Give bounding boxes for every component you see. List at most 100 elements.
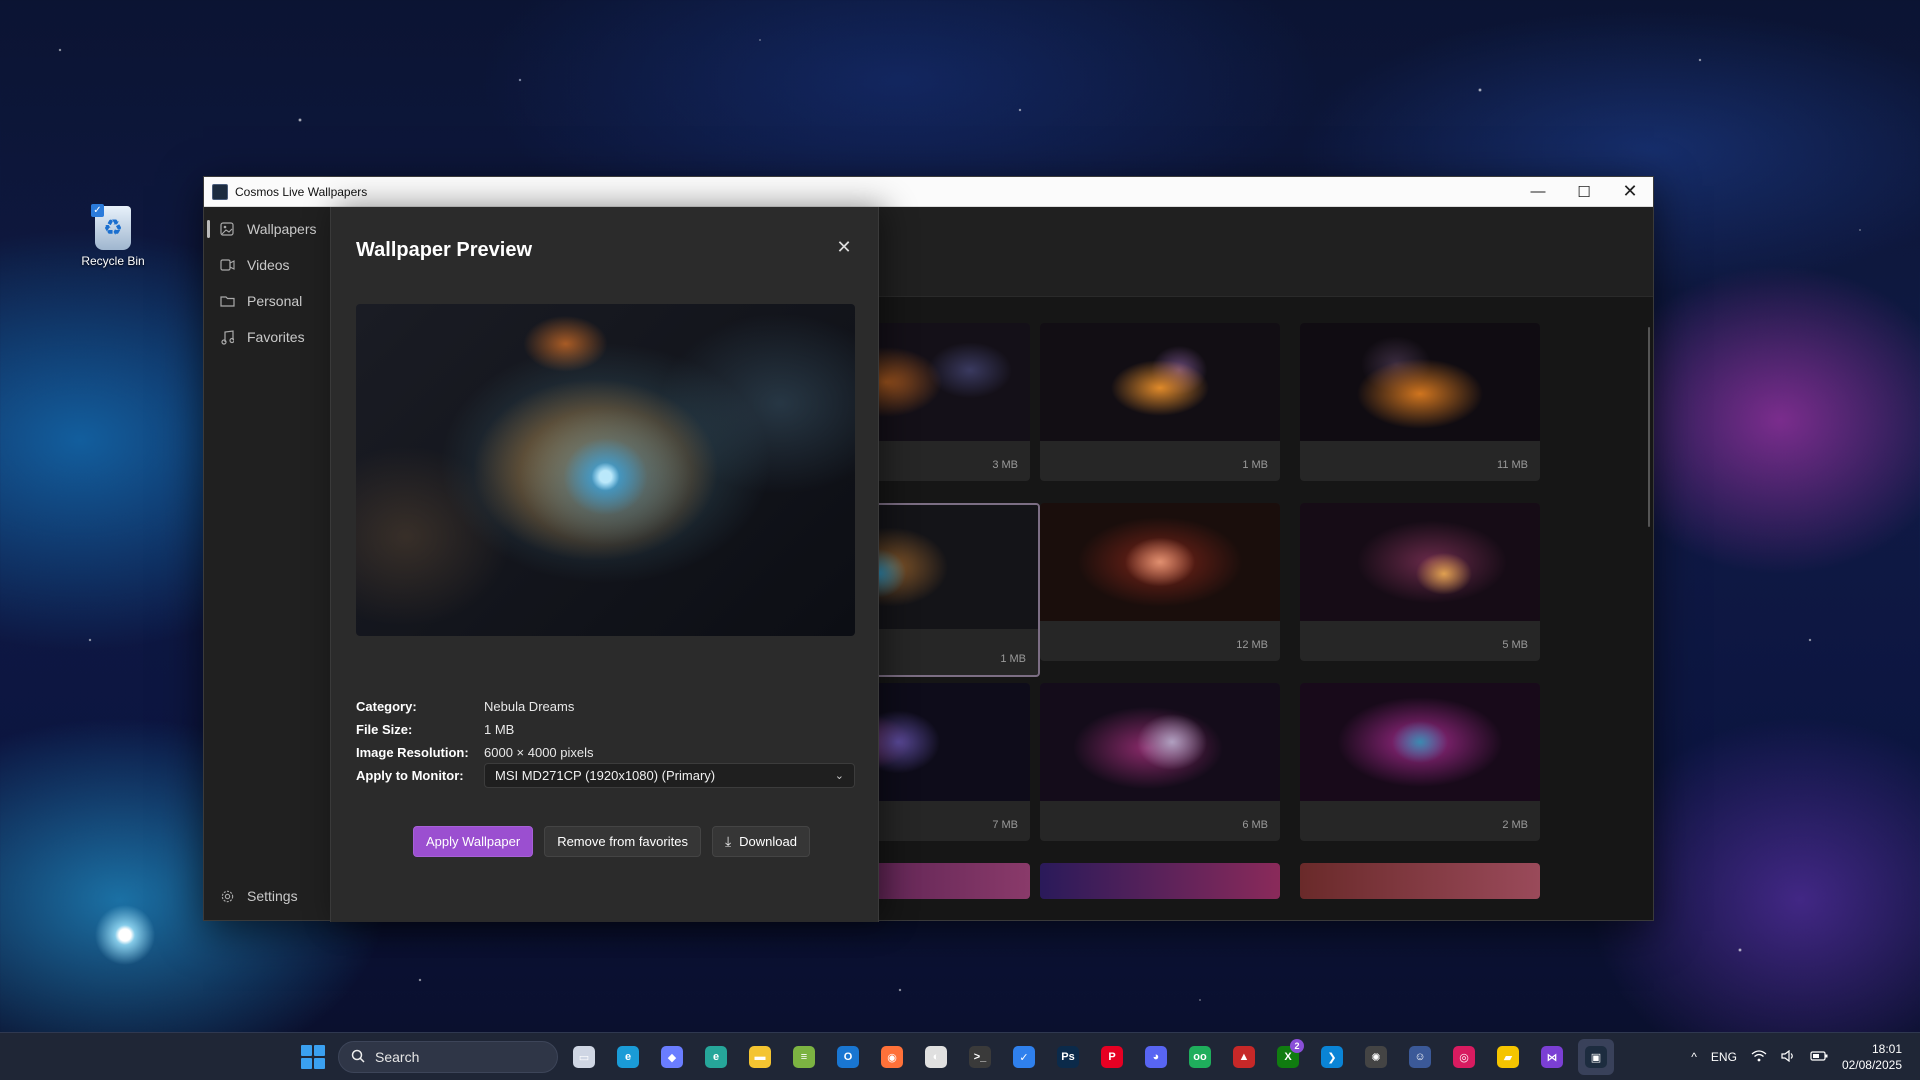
chevron-down-icon: ⌄ bbox=[834, 770, 844, 782]
battery-icon[interactable] bbox=[1810, 1050, 1828, 1064]
title-bar[interactable]: Cosmos Live Wallpapers — ☐ ✕ bbox=[204, 177, 1653, 207]
copilot-icon: ◆ bbox=[661, 1046, 683, 1068]
wallpaper-preview-image bbox=[356, 304, 855, 636]
detail-row-file-size: File Size: 1 MB bbox=[356, 718, 855, 741]
window-title: Cosmos Live Wallpapers bbox=[235, 184, 368, 199]
download-button[interactable]: ⤓ Download bbox=[711, 826, 810, 857]
taskbar-app-firefox[interactable]: ◉ bbox=[874, 1039, 910, 1075]
wallpaper-card[interactable]: 6 MB bbox=[1040, 683, 1280, 841]
close-window-button[interactable]: ✕ bbox=[1607, 177, 1653, 207]
taskbar-app-edge[interactable]: e bbox=[610, 1039, 646, 1075]
maximize-button[interactable]: ☐ bbox=[1561, 177, 1607, 207]
recycle-bin-shortcut[interactable]: ♻ ✓ Recycle Bin bbox=[80, 204, 146, 268]
file-size-label: 1 MB bbox=[1242, 459, 1268, 471]
taskbar-app-visual-studio[interactable]: ⋈ bbox=[1534, 1039, 1570, 1075]
wallpaper-thumbnail bbox=[1040, 323, 1280, 441]
app-logo-icon bbox=[212, 183, 228, 200]
sidebar-item-personal[interactable]: Personal bbox=[204, 283, 330, 319]
taskbar-app-app-blue[interactable]: ☺ bbox=[1402, 1039, 1438, 1075]
chatgpt-icon: ✺ bbox=[1365, 1046, 1387, 1068]
taskbar-app-file-explorer[interactable]: ▬ bbox=[742, 1039, 778, 1075]
taskbar-app-app-pink[interactable]: ◎ bbox=[1446, 1039, 1482, 1075]
taskbar-app-todo[interactable]: ✓ bbox=[1006, 1039, 1042, 1075]
taskbar-app-copilot[interactable]: ◆ bbox=[654, 1039, 690, 1075]
pinned-apps: ▭ e ◆ e ▬ ≡ O ◉ ◐ >_ ✓ Ps P ◕ oo ▲ X 2 ❯ ✺ ☺ ◎ ▰ ⋈ ▣ bbox=[566, 1039, 1614, 1075]
detail-value: 1 MB bbox=[484, 722, 515, 737]
taskbar-app-discord[interactable]: ◕ bbox=[1138, 1039, 1174, 1075]
taskbar-app-notepad[interactable]: ≡ bbox=[786, 1039, 822, 1075]
window-body: Wallpapers Videos Personal Favorites Set… bbox=[204, 207, 1653, 922]
volume-icon[interactable] bbox=[1781, 1049, 1796, 1065]
wallpaper-card[interactable] bbox=[1300, 863, 1540, 899]
minimize-button[interactable]: — bbox=[1515, 177, 1561, 207]
detail-label: Image Resolution: bbox=[356, 745, 469, 760]
apply-wallpaper-button[interactable]: Apply Wallpaper bbox=[413, 826, 534, 857]
remove-from-favorites-button[interactable]: Remove from favorites bbox=[544, 826, 701, 857]
pinterest-icon: P bbox=[1101, 1046, 1123, 1068]
scrollbar[interactable] bbox=[1648, 327, 1650, 527]
terminal-icon: >_ bbox=[969, 1046, 991, 1068]
sidebar-item-favorites[interactable]: Favorites bbox=[204, 319, 330, 355]
task-view-icon: ▭ bbox=[573, 1046, 595, 1068]
wallpaper-card[interactable] bbox=[1040, 863, 1280, 899]
taskbar-app-app[interactable]: ◐ bbox=[918, 1039, 954, 1075]
checkbox-icon: ✓ bbox=[91, 204, 104, 217]
wifi-icon[interactable] bbox=[1751, 1049, 1767, 1065]
wallpaper-card[interactable]: 1 MB bbox=[1040, 323, 1280, 481]
taskbar-app-photoshop[interactable]: Ps bbox=[1050, 1039, 1086, 1075]
sticky-notes-icon: ▰ bbox=[1497, 1046, 1519, 1068]
wallpaper-thumbnail bbox=[1040, 503, 1280, 621]
wallpaper-details: Category: Nebula Dreams File Size: 1 MB … bbox=[356, 695, 855, 788]
language-indicator[interactable]: ENG bbox=[1711, 1050, 1737, 1064]
start-button[interactable] bbox=[301, 1045, 325, 1069]
sidebar-item-label: Personal bbox=[247, 293, 303, 309]
file-size-label: 3 MB bbox=[992, 459, 1018, 471]
wallpaper-thumbnail bbox=[1040, 863, 1280, 899]
wallpaper-card[interactable]: 12 MB bbox=[1040, 503, 1280, 661]
photoshop-icon: Ps bbox=[1057, 1046, 1079, 1068]
close-icon: ✕ bbox=[836, 236, 852, 257]
folder-icon bbox=[219, 293, 235, 309]
clock-date: 02/08/2025 bbox=[1841, 1058, 1902, 1072]
wallpaper-card[interactable]: 5 MB bbox=[1300, 503, 1540, 661]
taskbar-app-xbox[interactable]: X2 bbox=[1270, 1039, 1306, 1075]
search-placeholder: Search bbox=[375, 1049, 420, 1065]
detail-label: File Size: bbox=[356, 722, 413, 737]
taskbar-app-pinterest[interactable]: P bbox=[1094, 1039, 1130, 1075]
wallpaper-star-flare bbox=[95, 905, 155, 965]
file-size-label: 7 MB bbox=[992, 819, 1018, 831]
wallpaper-thumbnail bbox=[1300, 683, 1540, 801]
taskbar-app-vscode[interactable]: ❯ bbox=[1314, 1039, 1350, 1075]
taskbar-app-app-red[interactable]: ▲ bbox=[1226, 1039, 1262, 1075]
taskbar-app-sticky-notes[interactable]: ▰ bbox=[1490, 1039, 1526, 1075]
show-hidden-icons-button[interactable]: ^ bbox=[1691, 1050, 1697, 1064]
wallpaper-card[interactable]: 2 MB bbox=[1300, 683, 1540, 841]
music-note-icon bbox=[219, 329, 235, 345]
taskbar-app-cosmos-app[interactable]: ▣ bbox=[1578, 1039, 1614, 1075]
file-size-label: 2 MB bbox=[1502, 819, 1528, 831]
cosmos-app-icon: ▣ bbox=[1585, 1046, 1607, 1068]
taskbar-app-app-green[interactable]: oo bbox=[1182, 1039, 1218, 1075]
detail-row-monitor: Apply to Monitor: MSI MD271CP (1920x1080… bbox=[356, 763, 855, 788]
windows-logo-pane bbox=[301, 1058, 312, 1069]
taskbar-app-terminal[interactable]: >_ bbox=[962, 1039, 998, 1075]
taskbar-search[interactable]: Search bbox=[338, 1041, 558, 1073]
monitor-select[interactable]: MSI MD271CP (1920x1080) (Primary) ⌄ bbox=[484, 763, 855, 788]
close-dialog-button[interactable]: ✕ bbox=[832, 235, 856, 259]
sidebar-item-settings[interactable]: Settings bbox=[204, 878, 330, 914]
sidebar-item-wallpapers[interactable]: Wallpapers bbox=[204, 211, 330, 247]
video-icon bbox=[219, 257, 235, 273]
taskbar-app-chatgpt[interactable]: ✺ bbox=[1358, 1039, 1394, 1075]
download-icon: ⤓ bbox=[724, 833, 732, 849]
system-clock[interactable]: 18:01 02/08/2025 bbox=[1842, 1041, 1902, 1073]
gear-icon bbox=[219, 888, 235, 904]
taskbar-app-outlook[interactable]: O bbox=[830, 1039, 866, 1075]
visual-studio-icon: ⋈ bbox=[1541, 1046, 1563, 1068]
taskbar-app-task-view[interactable]: ▭ bbox=[566, 1039, 602, 1075]
taskbar-app-edge-beta[interactable]: e bbox=[698, 1039, 734, 1075]
dialog-title: Wallpaper Preview bbox=[356, 239, 532, 261]
sidebar-item-videos[interactable]: Videos bbox=[204, 247, 330, 283]
wallpaper-card[interactable]: 11 MB bbox=[1300, 323, 1540, 481]
file-explorer-icon: ▬ bbox=[749, 1046, 771, 1068]
app-red-icon: ▲ bbox=[1233, 1046, 1255, 1068]
